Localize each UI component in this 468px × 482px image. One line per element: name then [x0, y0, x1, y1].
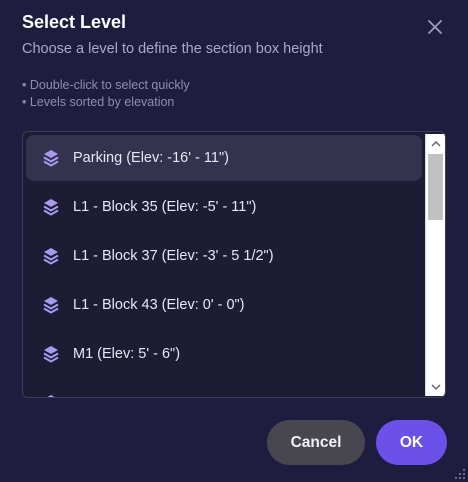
- layers-icon: [47, 395, 55, 397]
- hint-text: • Double-click to select quickly: [22, 78, 190, 92]
- level-item[interactable]: L1 - Block 43 (Elev: 0' - 0"): [26, 282, 422, 328]
- level-rows: Parking (Elev: -16' - 11") L1 - Block 35…: [26, 135, 422, 397]
- level-label: L1 - Block 35 (Elev: -5' - 11"): [73, 199, 257, 215]
- close-button[interactable]: [424, 16, 446, 38]
- ok-button[interactable]: OK: [376, 420, 447, 465]
- scroll-thumb[interactable]: [428, 154, 443, 220]
- cancel-button[interactable]: Cancel: [267, 420, 365, 465]
- resize-grip-icon[interactable]: [452, 466, 466, 480]
- level-label: L1 - Block 43 (Elev: 0' - 0"): [73, 297, 245, 313]
- hint-text: • Levels sorted by elevation: [22, 95, 175, 109]
- level-label: M1 (Elev: 5' - 6"): [73, 346, 181, 362]
- level-item[interactable]: L1 - Block 35 (Elev: -5' - 11"): [26, 184, 422, 230]
- select-level-dialog: Select Level Choose a level to define th…: [0, 0, 468, 482]
- layers-icon: [43, 297, 59, 314]
- scroll-down-button[interactable]: [426, 378, 445, 396]
- level-item[interactable]: M1 (Elev: 5' - 6"): [26, 331, 422, 377]
- level-item[interactable]: Parking (Elev: -16' - 11"): [26, 135, 422, 181]
- layers-icon: [43, 346, 59, 363]
- level-label: Parking (Elev: -16' - 11"): [73, 150, 229, 166]
- list-scrollbar[interactable]: [425, 134, 445, 396]
- scroll-up-button[interactable]: [426, 134, 445, 152]
- dialog-subtitle: Choose a level to define the section box…: [22, 41, 323, 57]
- layers-icon: [43, 199, 59, 216]
- hints-list: • Double-click to select quickly • Level…: [22, 77, 190, 111]
- level-list[interactable]: Parking (Elev: -16' - 11") L1 - Block 35…: [22, 131, 446, 398]
- layers-icon: [43, 150, 59, 167]
- layers-icon: [43, 248, 59, 265]
- level-label: L1 - Block 37 (Elev: -3' - 5 1/2"): [73, 248, 274, 264]
- level-item-partial[interactable]: [26, 380, 422, 397]
- chevron-up-icon: [431, 140, 440, 146]
- chevron-down-icon: [431, 384, 440, 390]
- dialog-title: Select Level: [22, 12, 127, 32]
- level-item[interactable]: L1 - Block 37 (Elev: -3' - 5 1/2"): [26, 233, 422, 279]
- close-icon: [428, 20, 442, 34]
